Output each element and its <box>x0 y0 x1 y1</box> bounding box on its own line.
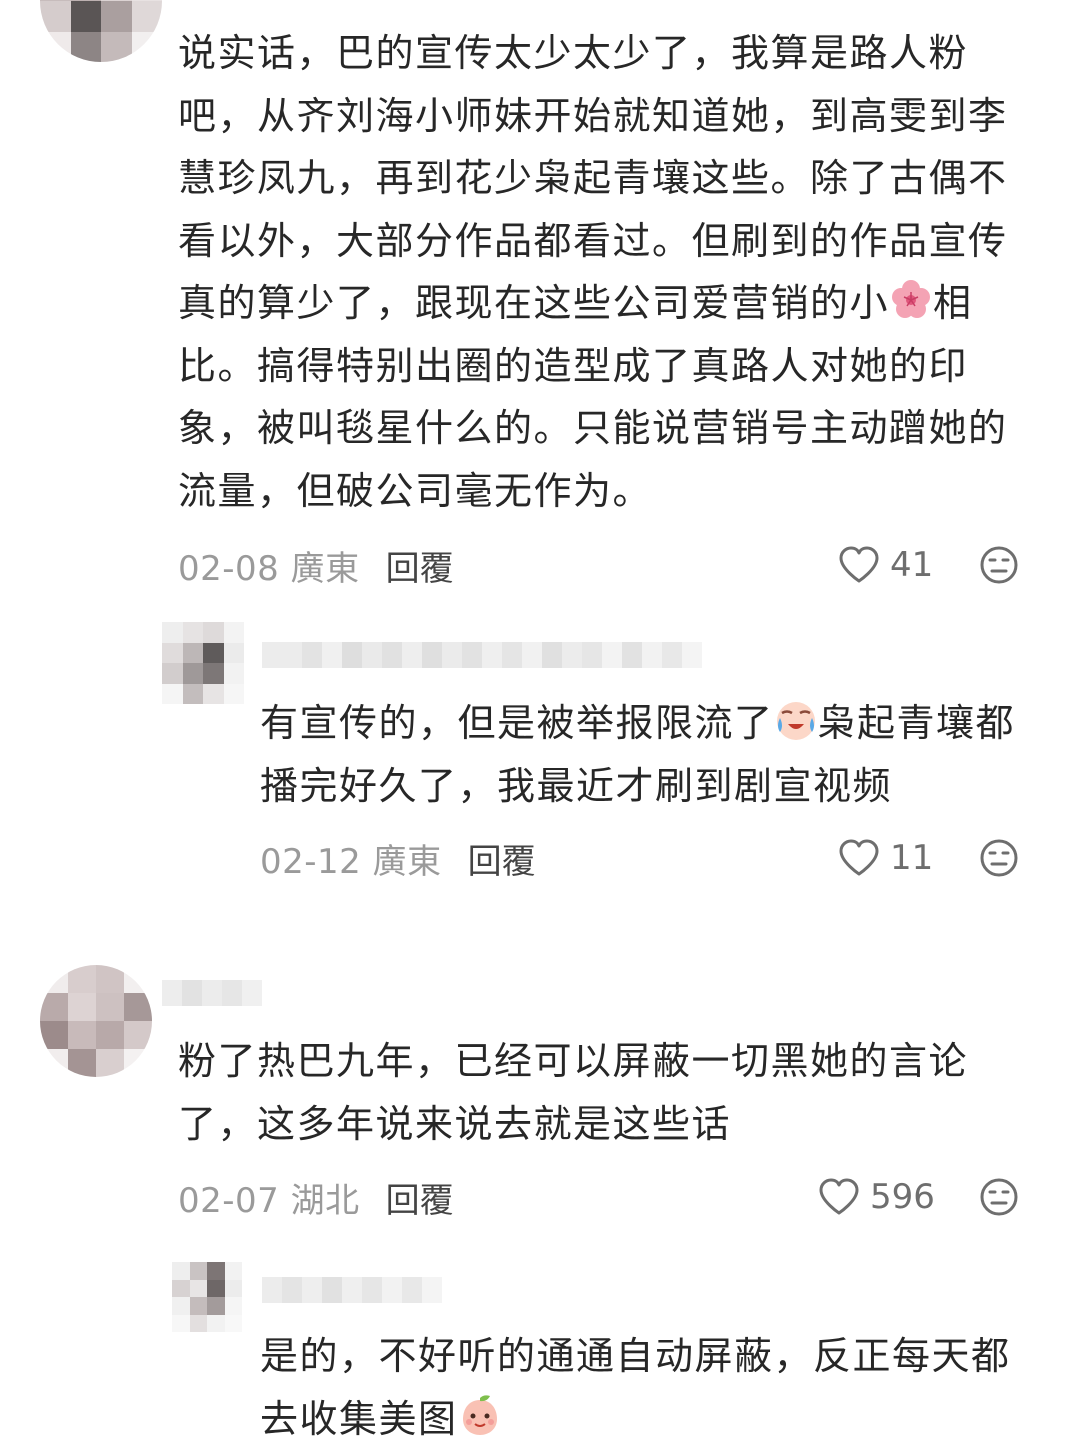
comment-date-location: 02-07 湖北 <box>178 1180 360 1221</box>
comment-meta: 02-12 廣東 回覆 <box>260 833 536 883</box>
dislike-face-icon[interactable] <box>979 838 1019 878</box>
comment-meta: 02-08 廣東 回覆 <box>178 540 454 590</box>
heart-icon <box>839 839 879 876</box>
like-count: 41 <box>890 545 934 585</box>
username-blurred[interactable] <box>162 978 262 1008</box>
comment-text: 粉了热巴九年，已经可以屏蔽一切黑她的言论了，这多年说来说去就是这些话 <box>178 1039 969 1146</box>
like-button[interactable]: 41 <box>838 540 933 590</box>
comment-meta: 02-07 湖北 回覆 <box>178 1172 454 1222</box>
like-count: 596 <box>870 1177 935 1217</box>
reply-button[interactable]: 回覆 <box>386 541 454 590</box>
comment-1: 说实话，巴的宣传太少太少了，我算是路人粉吧，从齐刘海小师妹开始就知道她，到高雯到… <box>0 0 1080 600</box>
avatar[interactable] <box>172 1262 242 1332</box>
like-button[interactable]: 11 <box>838 833 933 883</box>
comment-date-location: 02-08 廣東 <box>178 548 360 589</box>
comment-date-location: 02-12 廣東 <box>260 841 442 882</box>
comment-2: 粉了热巴九年，已经可以屏蔽一切黑她的言论了，这多年说来说去就是这些话 02-07… <box>0 950 1080 1250</box>
crying-face-emoji <box>774 698 818 742</box>
reply-comment-2: 是的，不好听的通通自动屏蔽，反正每天都去收集美图 <box>0 1250 1080 1441</box>
reply-button[interactable]: 回覆 <box>386 1173 454 1222</box>
username-blurred[interactable] <box>262 1275 442 1305</box>
reply-comment-1: 有宣传的，但是被举报限流了 枭起青壤都播完好久了，我最近才刷到剧宣视频 02-12… <box>0 600 1080 900</box>
heart-icon <box>839 546 879 583</box>
avatar[interactable] <box>40 0 162 62</box>
heart-icon <box>819 1178 859 1215</box>
like-button[interactable]: 596 <box>818 1172 935 1222</box>
dislike-face-icon[interactable] <box>979 545 1019 585</box>
dislike-face-icon[interactable] <box>979 1177 1019 1217</box>
peach-face-emoji <box>458 1394 502 1438</box>
comment-text: 有宣传的，但是被举报限流了 枭起青壤都播完好久了，我最近才刷到剧宣视频 <box>260 692 1040 817</box>
avatar[interactable] <box>40 965 152 1077</box>
avatar[interactable] <box>162 622 244 704</box>
like-count: 11 <box>890 838 934 878</box>
comment-text: 说实话，巴的宣传太少太少了，我算是路人粉吧，从齐刘海小师妹开始就知道她，到高雯到… <box>178 31 1008 513</box>
username-blurred[interactable] <box>262 640 702 670</box>
flower-emoji <box>889 278 933 322</box>
comment-text: 是的，不好听的通通自动屏蔽，反正每天都去收集美图 <box>260 1334 1011 1441</box>
reply-button[interactable]: 回覆 <box>468 834 536 883</box>
